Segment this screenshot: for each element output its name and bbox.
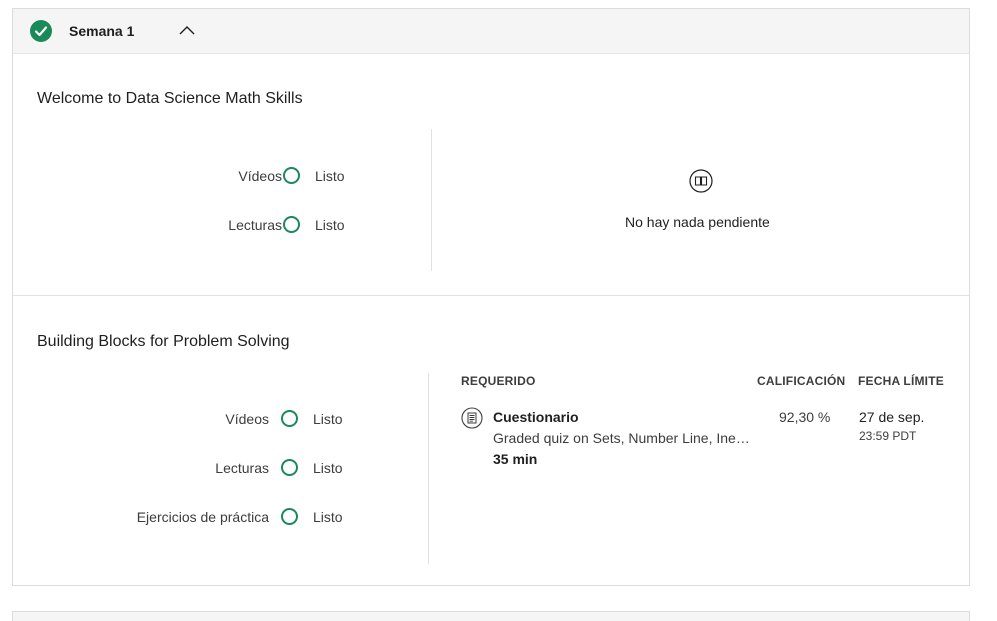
item-type[interactable]: Cuestionario [493, 409, 579, 425]
module-divider [13, 295, 969, 296]
progress-circle-icon [281, 508, 298, 525]
progress-circle-icon [283, 167, 300, 184]
progress-row-videos: Vídeos [193, 165, 282, 187]
progress-row-videos: Vídeos [173, 408, 269, 430]
completed-check-icon [30, 20, 52, 42]
chevron-up-icon[interactable] [177, 23, 197, 37]
next-week-card[interactable] [12, 611, 970, 621]
week-title: Semana 1 [69, 23, 135, 39]
column-divider [428, 373, 429, 564]
item-grade: 92,30 % [779, 409, 831, 425]
progress-row-readings: Lecturas [153, 457, 269, 479]
progress-label: Ejercicios de práctica [136, 509, 269, 525]
column-header-required: REQUERIDO [461, 374, 536, 388]
progress-status: Listo [313, 411, 343, 427]
empty-state-text: No hay nada pendiente [625, 214, 770, 230]
progress-label: Lecturas [228, 217, 282, 233]
progress-label: Lecturas [215, 460, 269, 476]
progress-circle-icon [281, 459, 298, 476]
item-name[interactable]: Graded quiz on Sets, Number Line, Inequa… [493, 430, 755, 446]
progress-circle-icon [281, 410, 298, 427]
module-title[interactable]: Building Blocks for Problem Solving [37, 333, 290, 351]
column-divider [431, 129, 432, 271]
item-due-date: 27 de sep. [859, 409, 925, 425]
progress-status: Listo [313, 460, 343, 476]
column-header-grade: CALIFICACIÓN [757, 374, 846, 388]
week-header[interactable]: Semana 1 [13, 9, 969, 54]
progress-label: Vídeos [238, 168, 282, 184]
progress-status: Listo [315, 168, 345, 184]
item-due-time: 23:59 PDT [859, 429, 917, 443]
column-header-due: FECHA LÍMITE [858, 374, 944, 388]
item-duration: 35 min [493, 451, 538, 467]
progress-row-readings: Lecturas [173, 214, 282, 236]
quiz-icon [461, 407, 483, 434]
progress-status: Listo [315, 217, 345, 233]
progress-circle-icon [283, 216, 300, 233]
week-card: Semana 1 Welcome to Data Science Math Sk… [12, 8, 970, 586]
book-icon [689, 169, 713, 198]
progress-status: Listo [313, 509, 343, 525]
module-title[interactable]: Welcome to Data Science Math Skills [37, 90, 303, 108]
progress-label: Vídeos [225, 411, 269, 427]
progress-row-practice: Ejercicios de práctica [73, 506, 269, 528]
